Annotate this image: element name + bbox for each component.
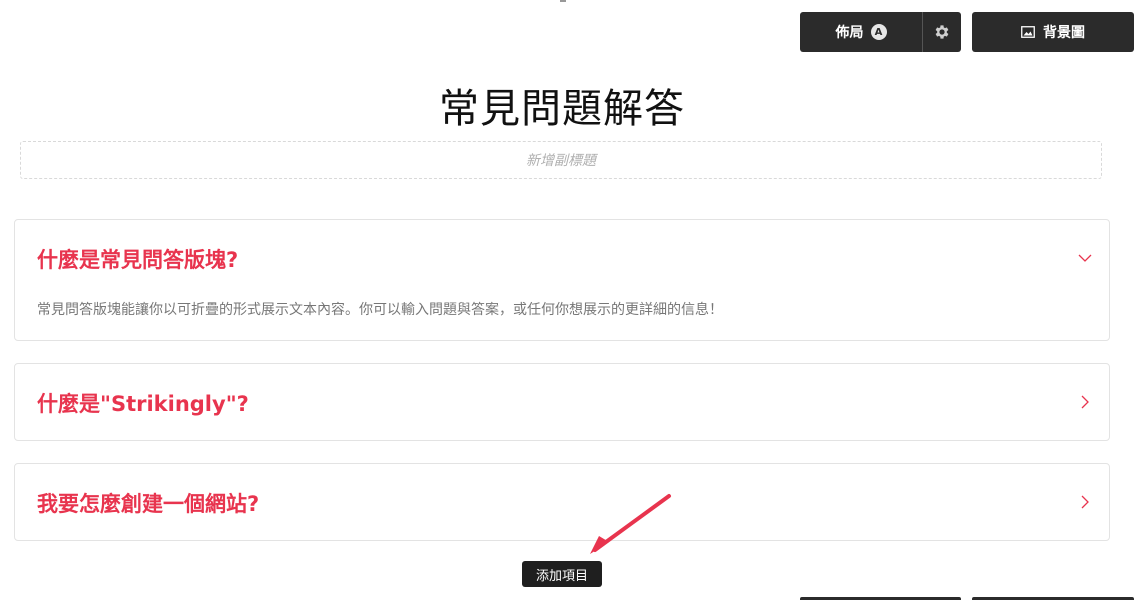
faq-question[interactable]: 什麼是"Strikingly"? <box>37 388 249 418</box>
chevron-right-icon[interactable] <box>1077 494 1093 510</box>
settings-button[interactable] <box>923 12 961 52</box>
chevron-down-icon[interactable] <box>1077 250 1093 266</box>
background-image-button[interactable]: 背景圖 <box>972 12 1134 52</box>
faq-question[interactable]: 我要怎麼創建一個網站? <box>37 488 259 518</box>
layout-button[interactable]: 佈局 A <box>800 12 922 52</box>
faq-editor-page: 佈局 A 背景圖 常見問題解答 新增副標題 什麼是常見問答版塊? 常見問答版塊能… <box>0 0 1140 600</box>
layout-button-label: 佈局 <box>835 25 864 41</box>
annotation-arrow <box>590 494 671 554</box>
faq-answer[interactable]: 常見問答版塊能讓你以可折疊的形式展示文本內容。你可以輸入問題與答案，或任何你想展… <box>37 299 723 319</box>
subtitle-input[interactable]: 新增副標題 <box>20 141 1102 179</box>
layout-button-group: 佈局 A <box>800 12 961 52</box>
faq-item[interactable]: 什麼是常見問答版塊? 常見問答版塊能讓你以可折疊的形式展示文本內容。你可以輸入問… <box>14 219 1110 341</box>
chevron-right-icon[interactable] <box>1077 394 1093 410</box>
faq-item[interactable]: 我要怎麼創建一個網站? <box>14 463 1110 541</box>
top-edge-mark <box>560 0 566 2</box>
background-image-label: 背景圖 <box>1043 25 1085 41</box>
add-item-button[interactable]: 添加項目 <box>522 561 602 587</box>
faq-question[interactable]: 什麼是常見問答版塊? <box>37 244 238 274</box>
faq-item[interactable]: 什麼是"Strikingly"? <box>14 363 1110 441</box>
section-title[interactable]: 常見問題解答 <box>0 76 1124 134</box>
layout-badge: A <box>870 24 887 40</box>
image-icon <box>1021 26 1035 38</box>
gear-icon <box>935 25 949 39</box>
